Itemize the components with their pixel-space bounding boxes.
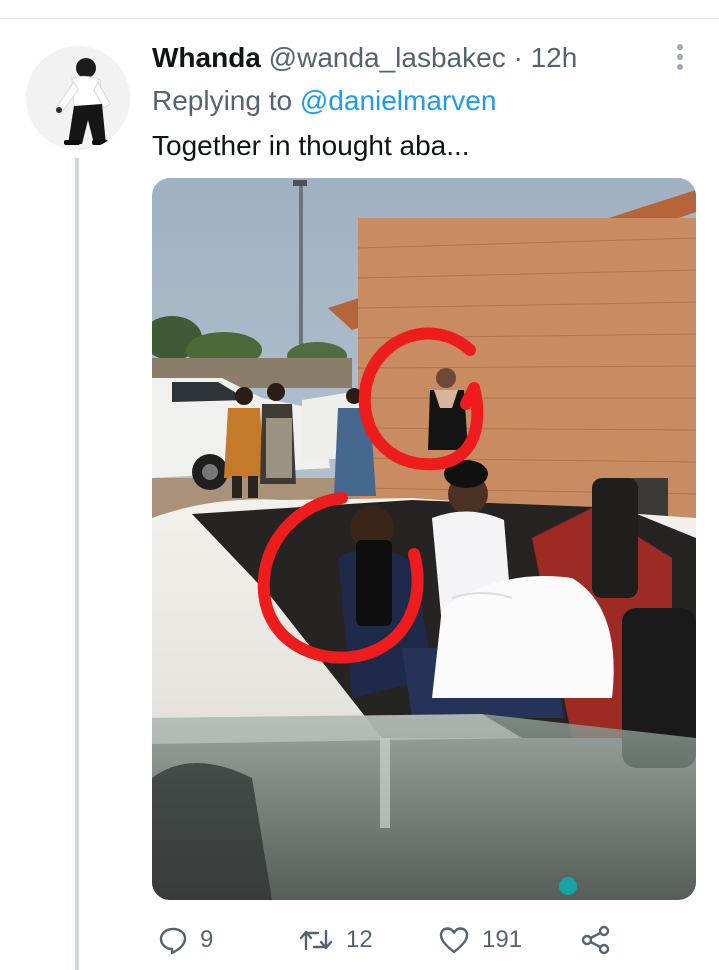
replying-to-mention[interactable]: @danielmarven: [300, 85, 497, 116]
top-divider: [0, 18, 719, 19]
avatar-image: [26, 46, 130, 150]
thread-line: [75, 158, 79, 970]
wedding-photo: [152, 178, 696, 900]
retweet-count: 12: [346, 926, 373, 953]
share-button[interactable]: [580, 920, 612, 960]
tweet-header: Whanda @wanda_lasbakec · 12h: [152, 40, 577, 76]
tweet-media-photo[interactable]: [152, 178, 696, 900]
like-count: 191: [482, 926, 523, 953]
share-icon: [580, 924, 612, 956]
tweet-actions-bar: 9 12 191: [152, 920, 696, 960]
heart-icon: [438, 925, 470, 955]
more-vertical-icon[interactable]: [668, 42, 692, 72]
retweet-icon: [298, 925, 334, 955]
replying-prefix: Replying to: [152, 85, 293, 116]
separator-dot: ·: [513, 42, 523, 73]
reply-button[interactable]: 9: [158, 920, 213, 960]
user-handle[interactable]: @wanda_lasbakec: [269, 42, 506, 73]
like-button[interactable]: 191: [438, 920, 522, 960]
tweet-text: Together in thought aba...: [152, 130, 470, 161]
reply-count: 9: [200, 926, 214, 953]
reply-bubble-icon: [158, 925, 188, 955]
replying-to-line: Replying to @danielmarven: [152, 83, 496, 119]
retweet-button[interactable]: 12: [298, 920, 373, 960]
timestamp[interactable]: 12h: [531, 42, 578, 73]
avatar[interactable]: [26, 46, 130, 150]
display-name[interactable]: Whanda: [152, 42, 261, 73]
